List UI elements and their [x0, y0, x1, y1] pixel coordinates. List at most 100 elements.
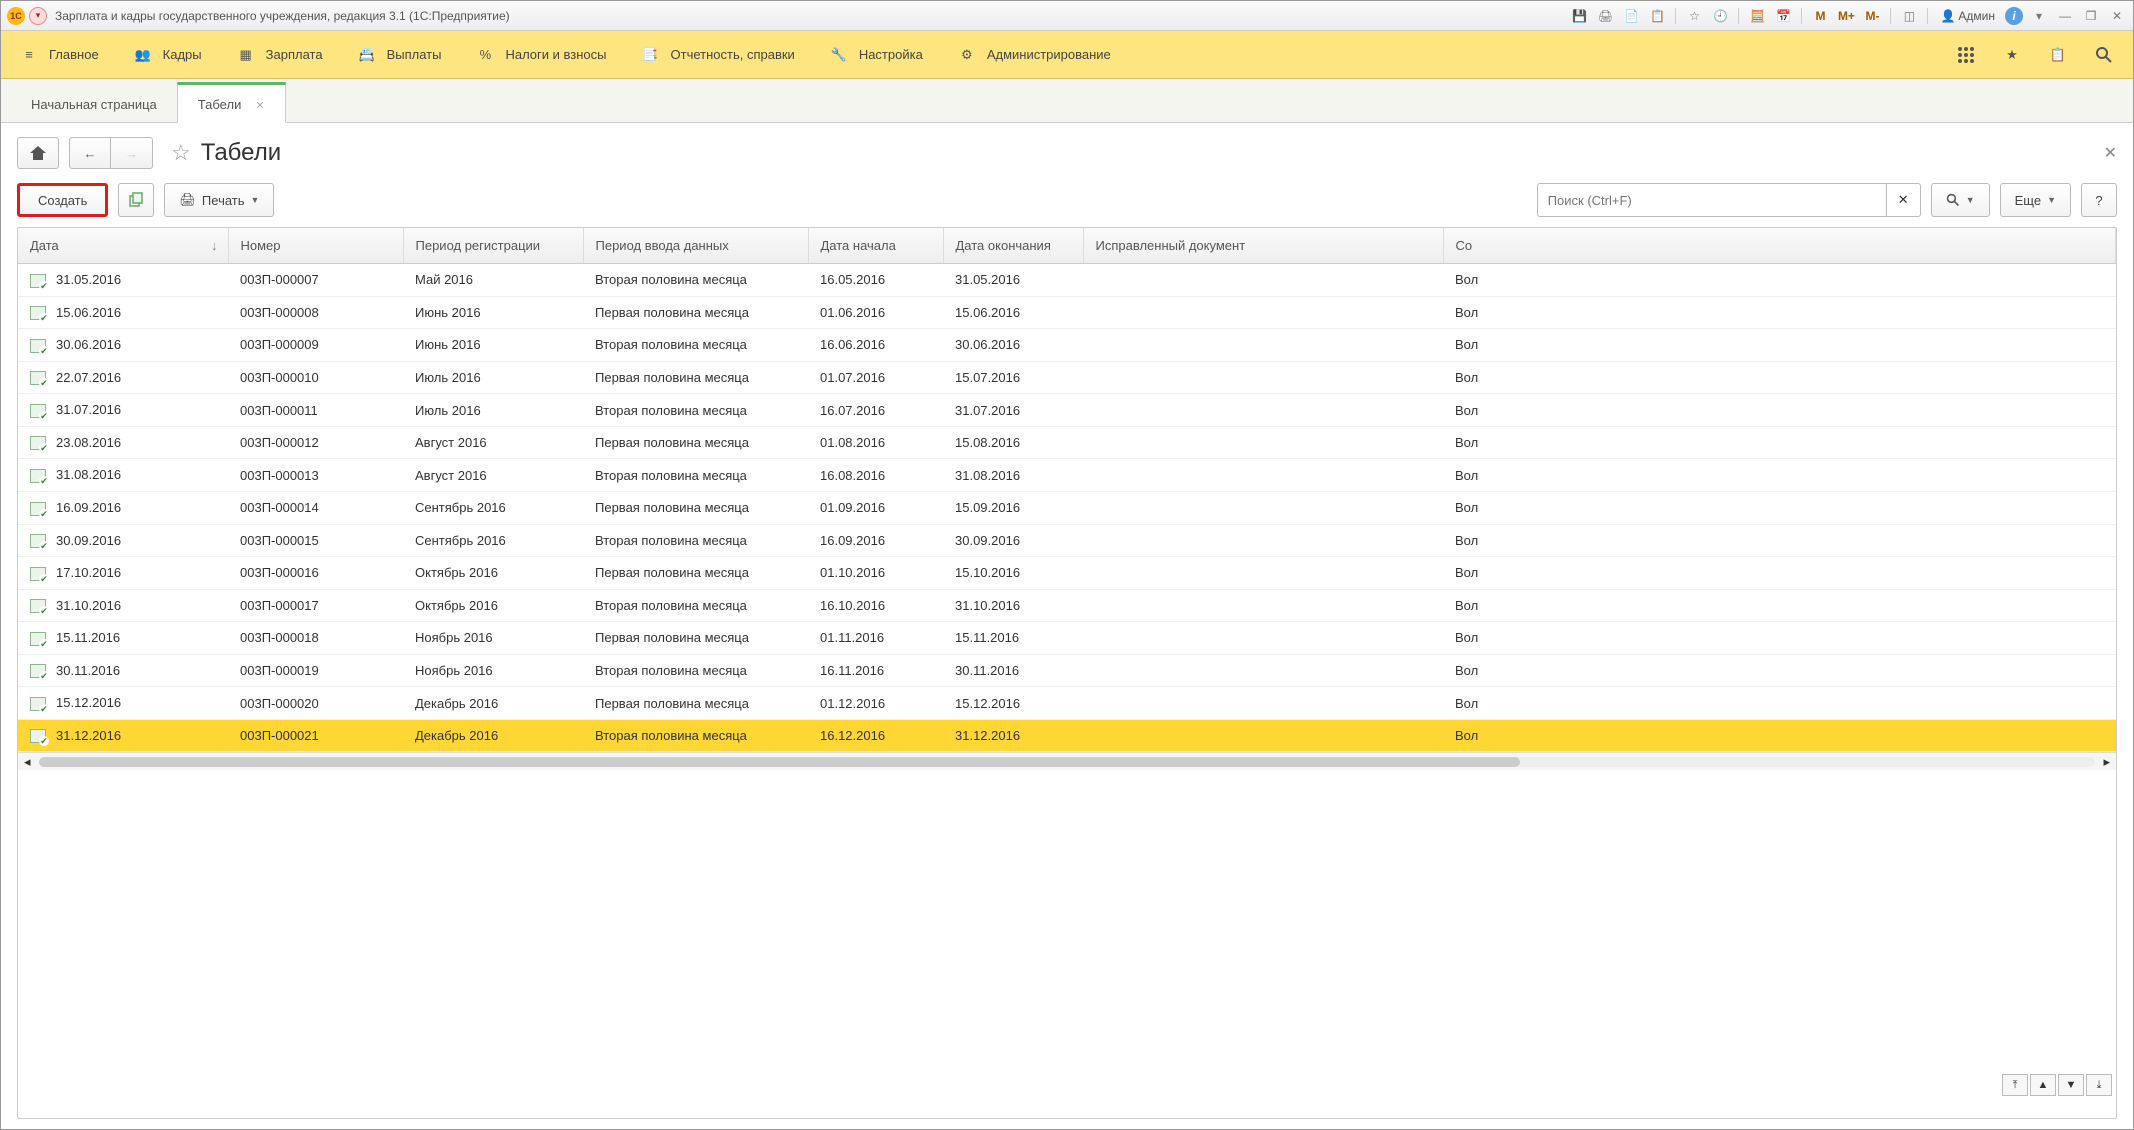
tb-print-icon[interactable]: 🖨	[1595, 7, 1615, 25]
tb-copy-icon[interactable]: 📋	[1647, 7, 1667, 25]
cell-corr	[1083, 589, 1443, 622]
menu-item-6[interactable]: 🔧Настройка	[829, 45, 923, 65]
table-row[interactable]: 15.12.2016003П-000020Декабрь 2016Первая …	[18, 687, 2116, 720]
table-row[interactable]: 31.07.2016003П-000011Июль 2016Вторая пол…	[18, 394, 2116, 427]
create-button[interactable]: Создать	[17, 183, 108, 217]
menu-item-0[interactable]: ≡Главное	[19, 45, 99, 65]
print-button[interactable]: 🖨 Печать ▼	[164, 183, 274, 217]
table-row[interactable]: 15.06.2016003П-000008Июнь 2016Первая пол…	[18, 296, 2116, 329]
scrollbar-thumb[interactable]	[39, 757, 1520, 767]
col-label: Исправленный документ	[1096, 238, 1246, 253]
cell-value: 23.08.2016	[56, 435, 121, 450]
table-row[interactable]: 23.08.2016003П-000012Август 2016Первая п…	[18, 426, 2116, 459]
cell-input: Вторая половина месяца	[583, 264, 808, 297]
col-label: Период регистрации	[416, 238, 541, 253]
table-row[interactable]: 30.09.2016003П-000015Сентябрь 2016Вторая…	[18, 524, 2116, 557]
forward-button[interactable]: →	[111, 137, 153, 169]
menu-item-4[interactable]: %Налоги и взносы	[475, 45, 606, 65]
cell-value: 15.10.2016	[955, 565, 1020, 580]
cell-value: 16.11.2016	[820, 663, 884, 678]
cell-start: 16.05.2016	[808, 264, 943, 297]
cell-value: 30.06.2016	[56, 337, 121, 352]
col-auth[interactable]: Со	[1443, 228, 2116, 264]
menu-item-3[interactable]: 📇Выплаты	[357, 45, 442, 65]
titlebar-dropdown-icon[interactable]: ▾	[29, 7, 47, 25]
info-icon[interactable]: i	[2005, 7, 2023, 25]
menu-item-5[interactable]: 📑Отчетность, справки	[641, 45, 795, 65]
more-button[interactable]: Еще ▼	[2000, 183, 2071, 217]
current-user[interactable]: 👤 Админ	[1936, 9, 1999, 23]
tb-mminus-button[interactable]: M-	[1862, 7, 1882, 25]
favorites-icon[interactable]: ★	[2001, 44, 2023, 66]
col-reg[interactable]: Период регистрации	[403, 228, 583, 264]
menu-item-1[interactable]: 👥Кадры	[133, 45, 202, 65]
cell-value: Сентябрь 2016	[415, 533, 506, 548]
col-input[interactable]: Период ввода данных	[583, 228, 808, 264]
cell-date: 31.10.2016	[18, 589, 228, 622]
tab-0[interactable]: Начальная страница	[11, 85, 177, 122]
menu-item-7[interactable]: ⚙Администрирование	[957, 45, 1111, 65]
copy-button[interactable]	[118, 183, 154, 217]
tb-history-icon[interactable]: 🕘	[1710, 7, 1730, 25]
chevron-down-icon: ▼	[1966, 195, 1975, 205]
favorite-star-icon[interactable]: ☆	[171, 140, 191, 166]
tb-m-button[interactable]: M	[1810, 7, 1830, 25]
page-close-button[interactable]: ✕	[2104, 143, 2117, 163]
cell-num: 003П-000017	[228, 589, 403, 622]
clipboard-icon[interactable]: 📋	[2047, 44, 2069, 66]
search-clear-button[interactable]: ✕	[1887, 183, 1921, 217]
tb-fav-icon[interactable]: ☆	[1684, 7, 1704, 25]
table-row[interactable]: 16.09.2016003П-000014Сентябрь 2016Первая…	[18, 491, 2116, 524]
table-row[interactable]: 31.12.2016003П-000021Декабрь 2016Вторая …	[18, 719, 2116, 752]
col-corr[interactable]: Исправленный документ	[1083, 228, 1443, 264]
close-button[interactable]: ✕	[2107, 7, 2127, 25]
cell-auth: Вол	[1443, 426, 2116, 459]
dropdown-icon[interactable]: ▾	[2029, 7, 2049, 25]
table-row[interactable]: 31.10.2016003П-000017Октябрь 2016Вторая …	[18, 589, 2116, 622]
search-menu-button[interactable]: ▼	[1931, 183, 1990, 217]
scroll-left-icon[interactable]: ◂	[24, 754, 31, 770]
tab-1[interactable]: Табели✕	[177, 82, 286, 123]
grid-last-button[interactable]: ⤓	[2086, 1074, 2112, 1096]
table-row[interactable]: 22.07.2016003П-000010Июль 2016Первая пол…	[18, 361, 2116, 394]
scroll-right-icon[interactable]: ▸	[2103, 754, 2110, 770]
tb-save-icon[interactable]: 💾	[1569, 7, 1589, 25]
back-button[interactable]: ←	[69, 137, 111, 169]
table-row[interactable]: 30.11.2016003П-000019Ноябрь 2016Вторая п…	[18, 654, 2116, 687]
search-input[interactable]	[1537, 183, 1887, 217]
horizontal-scrollbar[interactable]: ◂ ▸	[18, 752, 2116, 770]
maximize-button[interactable]: ❐	[2081, 7, 2101, 25]
table-row[interactable]: 15.11.2016003П-000018Ноябрь 2016Первая п…	[18, 622, 2116, 655]
tab-close-icon[interactable]: ✕	[255, 100, 264, 112]
menu-item-2[interactable]: ▦Зарплата	[236, 45, 323, 65]
col-num[interactable]: Номер	[228, 228, 403, 264]
grid-down-button[interactable]: ▼	[2058, 1074, 2084, 1096]
table-row[interactable]: 31.05.2016003П-000007Май 2016Вторая поло…	[18, 264, 2116, 297]
grid-first-button[interactable]: ⤒	[2002, 1074, 2028, 1096]
col-start[interactable]: Дата начала	[808, 228, 943, 264]
cell-input: Вторая половина месяца	[583, 589, 808, 622]
tb-doc-icon[interactable]: 📄	[1621, 7, 1641, 25]
col-end[interactable]: Дата окончания	[943, 228, 1083, 264]
cell-value: 17.10.2016	[56, 565, 121, 580]
apps-icon[interactable]	[1955, 44, 1977, 66]
cell-value: Первая половина месяца	[595, 435, 749, 450]
table-row[interactable]: 31.08.2016003П-000013Август 2016Вторая п…	[18, 459, 2116, 492]
table-row[interactable]: 17.10.2016003П-000016Октябрь 2016Первая …	[18, 557, 2116, 590]
search-icon[interactable]	[2093, 44, 2115, 66]
app-icon: 1C	[7, 7, 25, 25]
table-row[interactable]: 30.06.2016003П-000009Июнь 2016Вторая пол…	[18, 329, 2116, 362]
home-button[interactable]	[17, 137, 59, 169]
cell-value: 15.06.2016	[955, 305, 1020, 320]
tb-calendar-icon[interactable]: 📅	[1773, 7, 1793, 25]
tb-mplus-button[interactable]: M+	[1836, 7, 1856, 25]
minimize-button[interactable]: —	[2055, 7, 2075, 25]
tb-panel-icon[interactable]: ◫	[1899, 7, 1919, 25]
cell-reg: Сентябрь 2016	[403, 524, 583, 557]
grid-up-button[interactable]: ▲	[2030, 1074, 2056, 1096]
col-date[interactable]: Дата↓	[18, 228, 228, 264]
help-button[interactable]: ?	[2081, 183, 2117, 217]
tb-calc-icon[interactable]: 🧮	[1747, 7, 1767, 25]
cell-corr	[1083, 622, 1443, 655]
cell-num: 003П-000012	[228, 426, 403, 459]
